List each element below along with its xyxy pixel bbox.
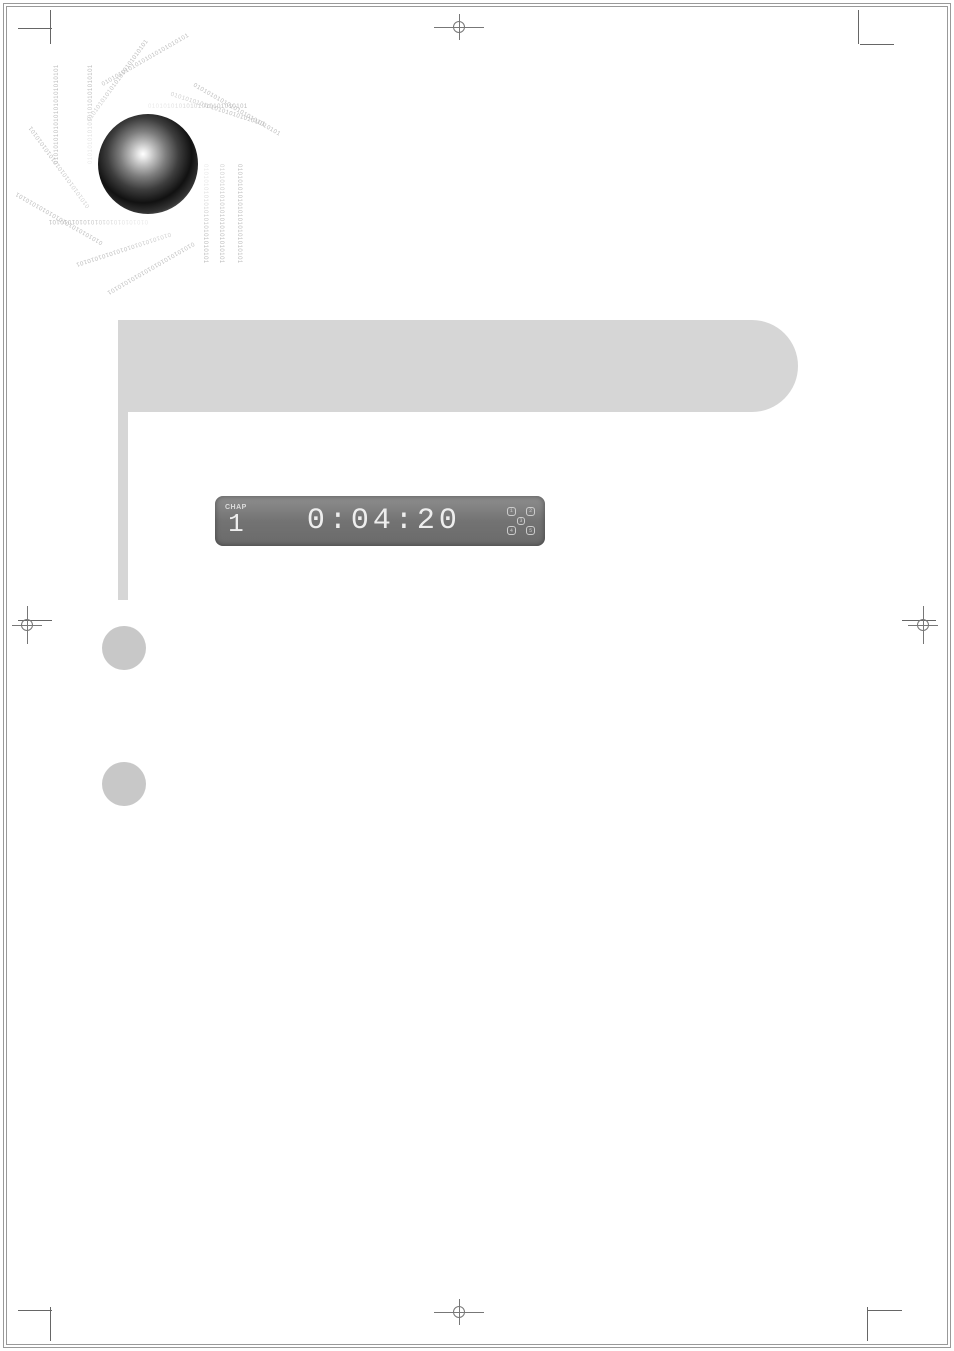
chapter-number: 1 (228, 509, 244, 539)
crop-mark (858, 10, 859, 44)
lcd-display-panel: CHAP 1 0:04:20 12 3 45 (215, 496, 545, 546)
step-bullet-2 (102, 762, 146, 806)
crop-mark (868, 1310, 902, 1311)
registration-mark (450, 18, 468, 36)
crop-mark (50, 1307, 51, 1341)
speaker-channel-icon: 12 3 45 (507, 507, 535, 535)
elapsed-time: 0:04:20 (261, 504, 507, 538)
registration-mark (914, 616, 932, 634)
chapter-indicator: CHAP 1 (225, 504, 247, 539)
registration-mark (18, 616, 36, 634)
crop-mark (860, 44, 894, 45)
crop-mark (18, 28, 52, 29)
section-heading-bar (118, 320, 798, 412)
speaker-cone-icon (98, 114, 198, 214)
crop-mark (867, 1307, 868, 1341)
crop-mark (50, 10, 51, 44)
crop-mark (18, 1310, 52, 1311)
step-bullet-1 (102, 626, 146, 670)
speaker-logo: 0101010101010101010101010101010101010101… (48, 64, 248, 264)
registration-mark (450, 1303, 468, 1321)
